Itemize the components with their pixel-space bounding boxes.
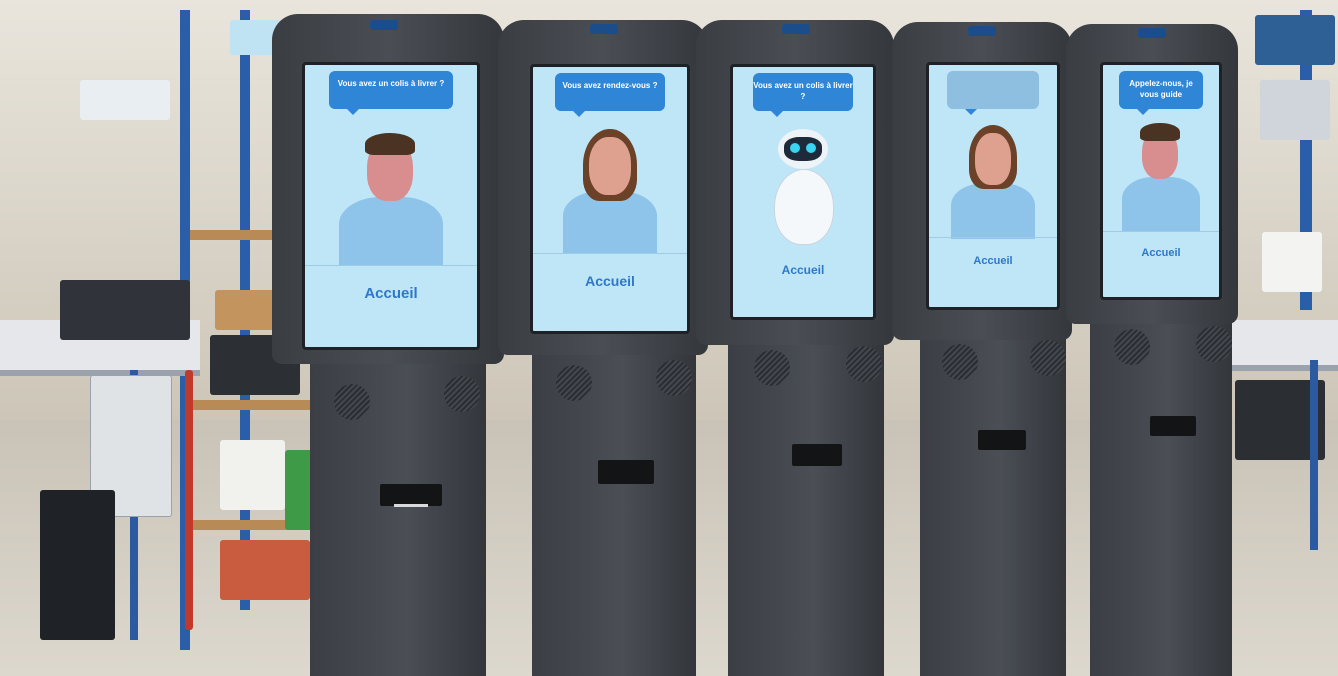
ticket-paper bbox=[394, 504, 428, 507]
speech-bubble: Vous avez rendez-vous ? bbox=[554, 73, 666, 117]
kiosk-2: Vous avez rendez-vous ? Accueil bbox=[498, 20, 708, 676]
speaker-grille bbox=[1030, 340, 1066, 376]
accueil-label: Accueil bbox=[973, 255, 1013, 267]
paper-sheet bbox=[1262, 232, 1322, 292]
storage-box bbox=[80, 80, 170, 120]
red-pipe bbox=[185, 370, 193, 630]
speech-bubble: Vous avez un colis à livrer ? bbox=[329, 71, 453, 115]
kiosk-screen: Vous avez un colis à livrer ? Accueil bbox=[302, 62, 480, 350]
ticket-slot bbox=[1150, 416, 1196, 436]
camera-icon bbox=[590, 24, 618, 34]
accueil-label: Accueil bbox=[781, 263, 825, 277]
kiosk-pedestal bbox=[1090, 309, 1232, 676]
speech-bubble: Appelez-nous, je vous guide bbox=[1119, 71, 1203, 115]
workbench-leg bbox=[1310, 360, 1318, 550]
camera-icon bbox=[782, 24, 810, 34]
male-avatar bbox=[331, 125, 451, 265]
male-avatar bbox=[1116, 119, 1206, 231]
equipment-case bbox=[60, 280, 190, 340]
screen-divider bbox=[1103, 231, 1219, 232]
speaker-grille bbox=[754, 350, 790, 386]
accueil-label: Accueil bbox=[1141, 247, 1181, 259]
speaker-grille bbox=[846, 346, 882, 382]
ticket-slot bbox=[598, 460, 654, 484]
speech-bubble bbox=[946, 71, 1040, 115]
tool-case bbox=[40, 490, 115, 640]
kiosk-screen: Vous avez un colis à livrer ? Accueil bbox=[730, 64, 876, 320]
equipment-case bbox=[1255, 15, 1335, 65]
ticket-slot bbox=[978, 430, 1026, 450]
workshop-photo: Vous avez un colis à livrer ? Accueil Vo… bbox=[0, 0, 1338, 676]
kiosk-screen: Accueil bbox=[926, 62, 1060, 310]
female-avatar bbox=[945, 121, 1041, 239]
kiosk-5: Appelez-nous, je vous guide Accueil bbox=[1066, 24, 1238, 676]
screen-divider bbox=[305, 265, 477, 266]
speaker-grille bbox=[1114, 329, 1150, 365]
kiosk-1: Vous avez un colis à livrer ? Accueil bbox=[272, 14, 504, 676]
kiosk-4: Accueil bbox=[892, 22, 1072, 676]
female-avatar bbox=[555, 123, 665, 253]
speaker-grille bbox=[1196, 326, 1232, 362]
speaker-grille bbox=[656, 360, 692, 396]
ticket-slot bbox=[380, 484, 442, 506]
workbench bbox=[1230, 320, 1338, 371]
ticket-slot bbox=[792, 444, 842, 466]
accueil-label: Accueil bbox=[585, 273, 635, 289]
speaker-grille bbox=[942, 344, 978, 380]
speech-bubble: Vous avez un colis à livrer ? bbox=[752, 73, 854, 117]
speaker-grille bbox=[334, 384, 370, 420]
kiosk-screen: Vous avez rendez-vous ? Accueil bbox=[530, 64, 690, 334]
robot-avatar bbox=[758, 125, 848, 245]
screen-divider bbox=[533, 253, 687, 254]
speaker-grille bbox=[556, 365, 592, 401]
camera-icon bbox=[968, 26, 996, 36]
kiosk-screen: Appelez-nous, je vous guide Accueil bbox=[1100, 62, 1222, 300]
speaker-grille bbox=[444, 376, 480, 412]
camera-icon bbox=[1138, 28, 1166, 38]
screen-divider bbox=[929, 237, 1057, 238]
storage-box bbox=[1260, 80, 1330, 140]
accueil-label: Accueil bbox=[364, 285, 418, 302]
camera-icon bbox=[370, 20, 398, 30]
kiosk-3: Vous avez un colis à livrer ? Accueil bbox=[696, 20, 894, 676]
